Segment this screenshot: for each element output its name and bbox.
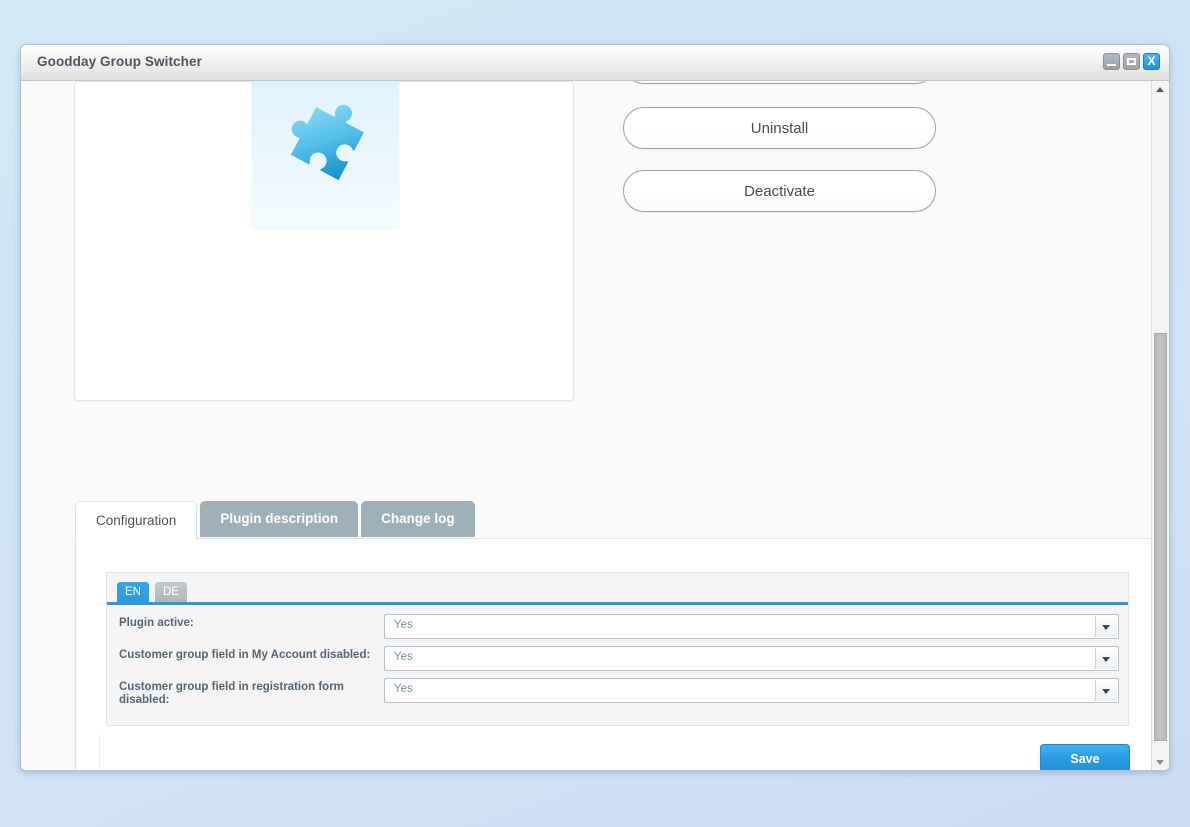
- language-tab-en[interactable]: EN: [117, 582, 149, 602]
- vertical-scrollbar[interactable]: [1151, 81, 1169, 770]
- scroll-up-icon[interactable]: [1152, 81, 1169, 98]
- window-content: Uninstall Deactivate Configuration Plugi…: [21, 81, 1169, 770]
- chevron-down-icon[interactable]: [1095, 680, 1117, 701]
- puzzle-piece-icon: [252, 81, 399, 228]
- plugin-active-select[interactable]: Yes: [384, 614, 1119, 639]
- chevron-down-icon[interactable]: [1095, 616, 1117, 637]
- plugin-active-value: Yes: [394, 619, 413, 631]
- registration-group-field-value: Yes: [394, 683, 413, 695]
- main-tabs: Configuration Plugin description Change …: [75, 501, 475, 540]
- close-button[interactable]: X: [1143, 53, 1160, 70]
- scrollbar-thumb[interactable]: [1154, 333, 1167, 741]
- language-tabs: EN DE: [117, 582, 187, 602]
- field-label-plugin-active: Plugin active:: [119, 617, 194, 629]
- form-row: Plugin active: Yes: [107, 614, 1128, 646]
- field-label-registration-form-disabled: Customer group field in registration for…: [119, 681, 344, 706]
- uninstall-button[interactable]: Uninstall: [623, 107, 936, 149]
- language-tab-de[interactable]: DE: [155, 582, 187, 602]
- configuration-form: EN DE Plugin active: Yes Customer group …: [106, 572, 1129, 726]
- my-account-group-field-value: Yes: [394, 651, 413, 663]
- tab-change-log[interactable]: Change log: [361, 501, 475, 537]
- scroll-viewport: Uninstall Deactivate Configuration Plugi…: [21, 81, 1151, 770]
- form-row: Customer group field in My Account disab…: [107, 646, 1128, 678]
- tab-configuration[interactable]: Configuration: [75, 501, 198, 540]
- deactivate-button[interactable]: Deactivate: [623, 170, 936, 212]
- panel-divider: [99, 734, 100, 770]
- registration-group-field-select[interactable]: Yes: [384, 678, 1119, 703]
- field-label-my-account-disabled: Customer group field in My Account disab…: [119, 649, 371, 661]
- window-controls: X: [1103, 53, 1160, 70]
- maximize-button[interactable]: [1123, 53, 1140, 70]
- save-button[interactable]: Save: [1040, 744, 1130, 770]
- my-account-group-field-select[interactable]: Yes: [384, 646, 1119, 671]
- minimize-button[interactable]: [1103, 53, 1120, 70]
- cut-off-action-button[interactable]: [623, 81, 936, 84]
- language-tabs-underline: [107, 602, 1128, 605]
- application-window: Goodday Group Switcher X Uninstall Deact…: [20, 44, 1170, 771]
- window-titlebar[interactable]: Goodday Group Switcher X: [21, 45, 1169, 81]
- plugin-info-panel: [74, 81, 574, 401]
- desktop-background: Goodday Group Switcher X Uninstall Deact…: [0, 0, 1190, 827]
- window-title: Goodday Group Switcher: [37, 54, 202, 69]
- chevron-down-icon[interactable]: [1095, 648, 1117, 669]
- configuration-panel: EN DE Plugin active: Yes Customer group …: [75, 538, 1151, 770]
- tab-plugin-description[interactable]: Plugin description: [200, 501, 359, 537]
- scroll-down-icon[interactable]: [1152, 754, 1169, 770]
- form-row: Customer group field in registration for…: [107, 678, 1128, 710]
